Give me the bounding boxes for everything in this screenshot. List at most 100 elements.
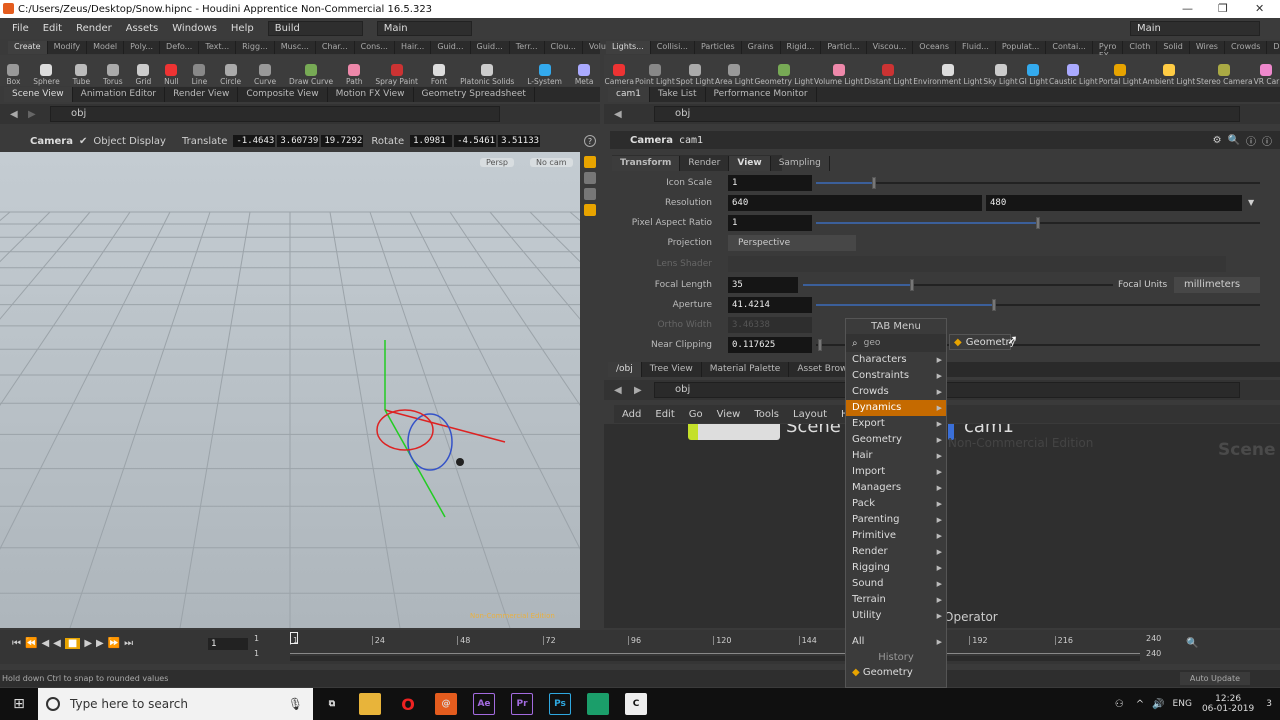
- microphone-icon[interactable]: 🎙: [288, 697, 303, 711]
- shelf-tab-char[interactable]: Char...: [316, 41, 355, 54]
- pane-tab-cam1[interactable]: cam1: [608, 87, 650, 102]
- shelf-tab-collisi[interactable]: Collisi...: [651, 41, 695, 54]
- aperture-slider[interactable]: [816, 299, 1260, 311]
- pane-tab-obj[interactable]: /obj: [608, 362, 642, 377]
- shelf-tab-rigg[interactable]: Rigg...: [236, 41, 275, 54]
- near-clipping-field[interactable]: 0.117625: [728, 337, 812, 353]
- shelf-tool-platonic-solids[interactable]: Platonic Solids: [460, 56, 514, 86]
- shelf-tool-l-system[interactable]: L-System: [527, 56, 562, 86]
- shelf-tool-torus[interactable]: Torus: [103, 56, 123, 86]
- pane-tab-scene-view[interactable]: Scene View: [4, 87, 73, 102]
- close-button[interactable]: ✕: [1255, 2, 1264, 15]
- current-frame-field[interactable]: 1: [208, 638, 248, 650]
- step-forward-key-button[interactable]: ⏩: [108, 638, 120, 649]
- shelf-tool-box[interactable]: Box: [6, 56, 20, 86]
- tab-menu-item-rigging[interactable]: Rigging: [846, 560, 946, 576]
- focal-units-dropdown[interactable]: millimeters: [1174, 277, 1260, 293]
- menu-windows[interactable]: Windows: [172, 23, 217, 34]
- resolution-width-field[interactable]: 640: [728, 195, 982, 211]
- shelf-tab-cloth[interactable]: Cloth: [1123, 41, 1158, 54]
- opera-icon[interactable]: O: [397, 693, 419, 715]
- tab-menu-item-pack[interactable]: Pack: [846, 496, 946, 512]
- shelf-tool-camera[interactable]: Camera: [605, 56, 634, 86]
- focal-length-slider[interactable]: [803, 279, 1113, 291]
- tab-view[interactable]: View: [729, 155, 771, 171]
- tab-menu-all[interactable]: All: [846, 634, 946, 650]
- shelf-tool-path[interactable]: Path: [346, 56, 363, 86]
- file-explorer-icon[interactable]: [359, 693, 381, 715]
- volume-icon[interactable]: 🔊: [1152, 699, 1164, 710]
- taskbar-search[interactable]: Type here to search 🎙: [38, 688, 313, 720]
- display-option-icon[interactable]: [584, 156, 596, 168]
- shelf-tab-lights[interactable]: Lights...: [606, 41, 651, 54]
- shelf-tab-rigid[interactable]: Rigid...: [781, 41, 822, 54]
- back-arrow-icon[interactable]: ◀: [614, 109, 622, 120]
- focal-length-field[interactable]: 35: [728, 277, 798, 293]
- network-menu-add[interactable]: Add: [622, 409, 641, 420]
- tab-menu-search-result[interactable]: ◆ Geometry: [949, 334, 1016, 350]
- shelf-tab-particl[interactable]: Particl...: [821, 41, 867, 54]
- after-effects-icon[interactable]: Ae: [473, 693, 495, 715]
- play-button[interactable]: ▶: [84, 638, 92, 649]
- tab-menu-item-export[interactable]: Export: [846, 416, 946, 432]
- people-icon[interactable]: ⚇: [1115, 699, 1124, 710]
- pane-tab-animation-editor[interactable]: Animation Editor: [73, 87, 166, 102]
- network-menu-view[interactable]: View: [717, 409, 741, 420]
- windows-start-icon[interactable]: ⊞: [0, 696, 38, 712]
- shelf-tool-point-light[interactable]: Point Light: [635, 56, 675, 86]
- shelf-tab-defo[interactable]: Defo...: [160, 41, 200, 54]
- menu-assets[interactable]: Assets: [126, 23, 159, 34]
- tab-menu-item-render[interactable]: Render: [846, 544, 946, 560]
- object-display-checkbox[interactable]: ✔: [79, 136, 87, 147]
- shelf-tab-text[interactable]: Text...: [199, 41, 237, 54]
- language-indicator[interactable]: ENG: [1173, 699, 1192, 709]
- translate-y[interactable]: 3.60739: [277, 135, 320, 147]
- shelf-tool-spray-paint[interactable]: Spray Paint: [375, 56, 418, 86]
- rotate-x[interactable]: 1.0981: [410, 135, 453, 147]
- network-menu-layout[interactable]: Layout: [793, 409, 827, 420]
- gear-icon[interactable]: ⚙: [1213, 135, 1222, 146]
- shelf-tool-gi-light[interactable]: GI Light: [1019, 56, 1048, 86]
- info-icon[interactable]: ⓘ: [1246, 133, 1256, 148]
- pane-tab-material-palette[interactable]: Material Palette: [702, 362, 790, 377]
- lock-icon[interactable]: [584, 188, 596, 200]
- pane-tab-take-list[interactable]: Take List: [650, 87, 706, 102]
- network-menu-tools[interactable]: Tools: [754, 409, 779, 420]
- start-frame-2[interactable]: 1: [254, 649, 259, 658]
- start-frame[interactable]: 1: [254, 634, 259, 643]
- menu-file[interactable]: File: [12, 23, 29, 34]
- shelf-tool-null[interactable]: Null: [164, 56, 179, 86]
- tab-menu-item-parenting[interactable]: Parenting: [846, 512, 946, 528]
- tab-render[interactable]: Render: [680, 155, 730, 171]
- pane-tab-performance-monitor[interactable]: Performance Monitor: [706, 87, 817, 102]
- network-path-field[interactable]: obj: [654, 382, 1240, 398]
- desktop-dropdown[interactable]: Build: [267, 21, 363, 36]
- shelf-tool-font[interactable]: Font: [431, 56, 447, 86]
- shelf-tab-clou[interactable]: Clou...: [545, 41, 583, 54]
- pixel-aspect-field[interactable]: 1: [728, 215, 812, 231]
- jump-start-button[interactable]: ⏮: [12, 638, 21, 649]
- shelf-tool-meta[interactable]: Meta: [575, 56, 593, 86]
- shelf-tab-grains[interactable]: Grains: [742, 41, 781, 54]
- shelf-tab-terr[interactable]: Terr...: [510, 41, 545, 54]
- menu-help[interactable]: Help: [231, 23, 254, 34]
- shelf-tool-sky-light[interactable]: Sky Light: [983, 56, 1018, 86]
- shelf-tool-environment-light[interactable]: Environment Light: [913, 56, 982, 86]
- search-icon[interactable]: 🔍: [1228, 135, 1240, 146]
- play-reverse-button[interactable]: ◀: [53, 638, 61, 649]
- history-item-geometry[interactable]: ◆ Geometry: [846, 665, 946, 681]
- step-back-button[interactable]: ◀: [41, 638, 49, 649]
- back-arrow-icon[interactable]: ◀: [10, 109, 18, 120]
- pane-tab-tree-view[interactable]: Tree View: [642, 362, 702, 377]
- shelf-set-dropdown[interactable]: Main: [376, 21, 472, 36]
- tab-menu-item-import[interactable]: Import: [846, 464, 946, 480]
- tab-menu-item-sound[interactable]: Sound: [846, 576, 946, 592]
- shelf-tool-curve[interactable]: Curve: [254, 56, 276, 86]
- shelf-tool-area-light[interactable]: Area Light: [715, 56, 753, 86]
- shelf-tool-vr-car[interactable]: VR Car: [1254, 56, 1279, 86]
- step-back-key-button[interactable]: ⏪: [25, 638, 37, 649]
- help-icon[interactable]: ⓘ: [1262, 133, 1272, 148]
- scene-viewport[interactable]: Persp No cam Non-Commercial Edition: [0, 152, 580, 628]
- rotate-z[interactable]: 3.51133: [498, 135, 541, 147]
- timeline-ruler[interactable]: 1 24 48 72 96 120 144 192 216: [290, 632, 1140, 654]
